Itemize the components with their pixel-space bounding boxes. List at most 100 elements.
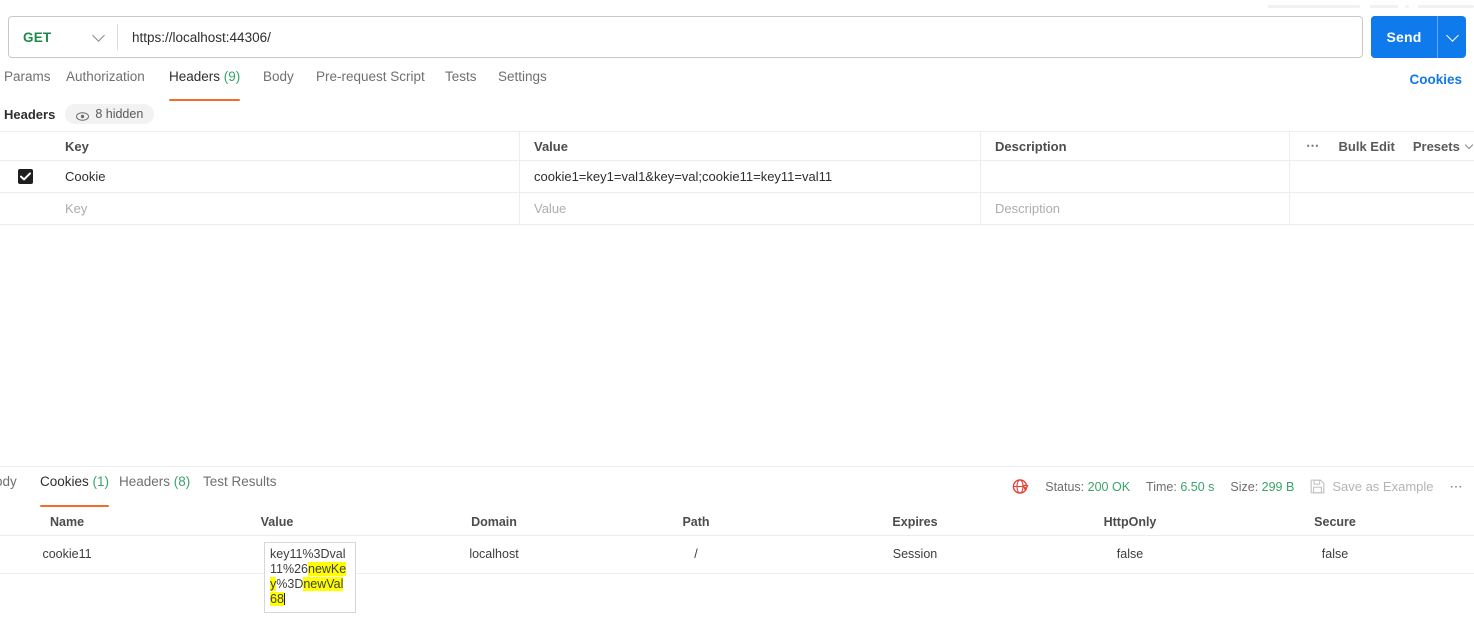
time-badge: Time: 6.50 s [1146, 480, 1214, 494]
cookie-domain: localhost [469, 547, 519, 561]
headers-table: Key Value Description ⋯ Bulk Edit Preset… [0, 131, 1474, 225]
tab-count: (9) [220, 69, 241, 84]
cookie-secure: false [1321, 547, 1349, 561]
bulk-edit-button[interactable]: Bulk Edit [1339, 139, 1395, 154]
tab-pre-request-script[interactable]: Pre-request Script [316, 68, 425, 94]
headers-table-header-row: Key Value Description ⋯ Bulk Edit Preset… [0, 131, 1474, 161]
tab-authorization[interactable]: Authorization [66, 68, 145, 94]
cutoff-stub-1 [1268, 5, 1360, 8]
time-value: 6.50 s [1180, 479, 1215, 494]
cookies-column-expires: Expires [892, 515, 938, 529]
headers-new-description-input[interactable]: Description [981, 193, 1290, 224]
cutoff-stub-4 [1418, 5, 1474, 8]
send-options-button[interactable] [1438, 16, 1466, 58]
chevron-down-icon [1464, 140, 1474, 149]
headers-table-actions: ⋯ Bulk Edit Presets [1290, 132, 1474, 160]
response-tab-label: Test Results [203, 474, 277, 489]
header-row-checkbox[interactable] [18, 169, 33, 184]
status-value: 200 OK [1087, 479, 1131, 494]
cookie-value-editor[interactable]: key11%3Dval11%26newKey%3DnewVal68 [264, 542, 356, 613]
floppy-disk-icon [1310, 479, 1325, 494]
cookies-column-domain: Domain [471, 515, 517, 529]
response-tab-label: Body [0, 474, 17, 489]
cutoff-stub-2 [1370, 5, 1398, 8]
header-row-actions [1290, 161, 1474, 192]
time-label: Time: [1146, 479, 1177, 494]
hidden-headers-badge[interactable]: 8 hidden [65, 104, 155, 124]
response-tab-test-results[interactable]: Test Results [203, 474, 277, 500]
header-row-description[interactable] [981, 161, 1290, 192]
hidden-headers-badge-label: 8 hidden [95, 107, 144, 121]
header-row-checkbox-cell [0, 161, 51, 192]
headers-new-row: Key Value Description [0, 193, 1474, 225]
tab-label: Pre-request Script [316, 69, 425, 84]
tab-label: Authorization [66, 69, 145, 84]
cookies-column-value: Value [260, 515, 294, 529]
request-url-bar: GET Send [8, 16, 1466, 58]
response-tab-count: (1) [88, 474, 110, 489]
table-row: Cookie cookie1=key1=val1&key=val;cookie1… [0, 161, 1474, 193]
headers-subbar: Headers 8 hidden [4, 103, 155, 125]
text-cursor [283, 593, 285, 605]
response-tab-body[interactable]: Body [0, 474, 17, 500]
ellipsis-icon[interactable]: ⋯ [1450, 480, 1465, 493]
header-row-value[interactable]: cookie1=key1=val1&key=val;cookie11=key11… [520, 161, 981, 192]
size-value: 299 B [1261, 479, 1295, 494]
tab-tests[interactable]: Tests [445, 68, 477, 94]
cookie-value-text: %3D [276, 577, 304, 591]
cookie-httponly: false [1116, 547, 1144, 561]
cookies-column-path: Path [682, 515, 710, 529]
header-row-key[interactable]: Cookie [51, 161, 520, 192]
cookies-table: Name Value Domain Path Expires HttpOnly Secure… [0, 510, 1474, 613]
tab-label: Body [263, 69, 294, 84]
status-badge: Status: 200 OK [1045, 480, 1130, 494]
chevron-down-icon [1445, 28, 1459, 42]
tab-params[interactable]: Params [4, 68, 51, 94]
save-as-example-label: Save as Example [1332, 479, 1434, 494]
tab-body[interactable]: Body [263, 68, 294, 94]
ssl-warning-globe-icon[interactable] [1012, 478, 1029, 495]
tab-settings[interactable]: Settings [498, 68, 547, 94]
http-method-select[interactable]: GET [9, 17, 117, 57]
headers-column-value: Value [520, 132, 981, 160]
url-input-wrapper: GET [8, 16, 1363, 58]
response-tab-headers[interactable]: Headers (8) [119, 474, 190, 500]
response-tab-cookies[interactable]: Cookies (1) [40, 474, 110, 507]
tab-label: Settings [498, 69, 547, 84]
tab-label: Tests [445, 69, 477, 84]
ellipsis-icon[interactable]: ⋯ [1306, 139, 1321, 152]
tab-label: Headers [169, 69, 221, 84]
send-button[interactable]: Send [1371, 16, 1437, 58]
top-cutoff-strip [0, 0, 1474, 8]
tab-headers[interactable]: Headers (9) [169, 68, 241, 101]
response-tab-count: (8) [170, 474, 191, 489]
cookies-table-body: cookie11 localhost / Session false false… [0, 536, 1474, 613]
active-tab-underline [169, 98, 241, 101]
active-tab-underline [40, 504, 110, 507]
send-button-group: Send [1371, 16, 1466, 58]
cookies-manage-link[interactable]: Cookies [1409, 72, 1462, 87]
presets-button[interactable]: Presets [1412, 138, 1474, 154]
eye-icon [76, 110, 90, 121]
headers-new-row-actions [1290, 193, 1474, 224]
response-tab-label: Cookies [40, 474, 89, 489]
status-label: Status: [1045, 479, 1085, 494]
save-as-example-button[interactable]: Save as Example [1310, 479, 1434, 494]
headers-new-key-input[interactable]: Key [51, 193, 520, 224]
headers-select-all-cell [0, 132, 51, 160]
headers-column-key: Key [51, 132, 520, 160]
response-panel-divider [0, 466, 1474, 467]
chevron-down-icon [92, 28, 105, 42]
response-tab-label: Headers [119, 474, 171, 489]
cookie-expires: Session [892, 547, 938, 561]
size-badge: Size: 299 B [1230, 480, 1294, 494]
cutoff-stub-3 [1405, 5, 1409, 8]
cookies-column-secure: Secure [1314, 515, 1356, 529]
bulk-edit-label: Bulk Edit [1338, 138, 1395, 154]
url-input[interactable] [118, 17, 1362, 57]
cookies-column-name: Name [49, 515, 85, 529]
headers-new-value-input[interactable]: Value [520, 193, 981, 224]
presets-label: Presets [1412, 138, 1460, 154]
http-method-label: GET [23, 29, 52, 45]
size-label: Size: [1230, 479, 1259, 494]
